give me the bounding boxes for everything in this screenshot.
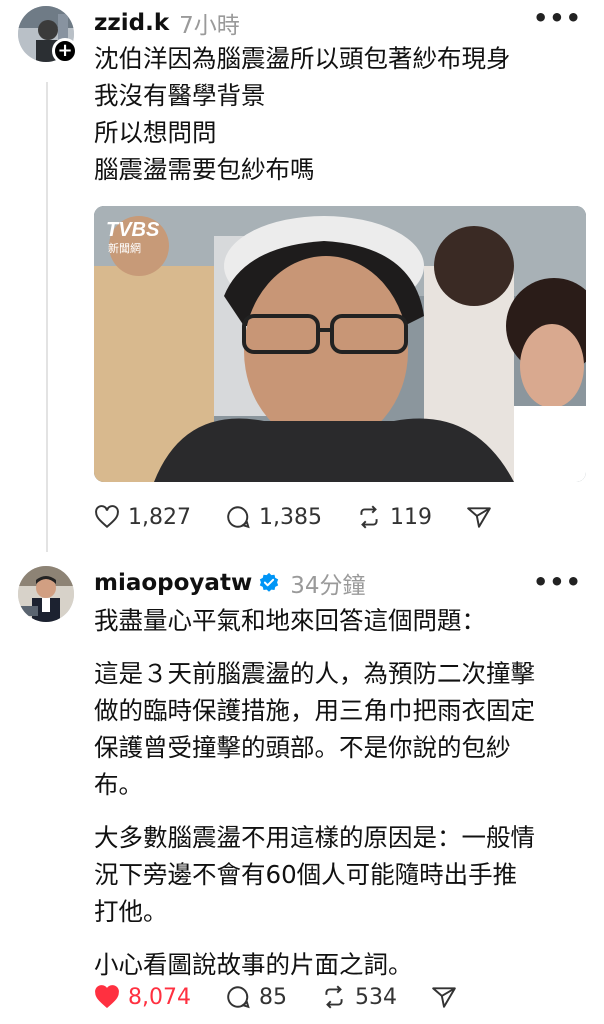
text-line: 我盡量心平氣和地來回答這個問題：: [94, 606, 486, 635]
follow-plus-icon[interactable]: +: [52, 38, 78, 64]
text-line: 況下旁邊不會有60個人可能隨時出手推: [94, 860, 518, 889]
heart-icon: [95, 505, 119, 529]
avatar-miaopoyatw[interactable]: [18, 566, 74, 622]
text-line: 腦震盪需要包紗布嗎: [94, 155, 315, 184]
more-icon[interactable]: •••: [533, 4, 582, 32]
text-line: 大多數腦震盪不用這樣的原因是：一般情: [94, 823, 535, 852]
repost-button[interactable]: 534: [321, 984, 397, 1010]
post-1-text: 沈伯洋因為腦震盪所以頭包著紗布現身 我沒有醫學背景 所以想問問 腦震盪需要包紗布…: [94, 40, 511, 188]
text-line: 打他。: [94, 897, 168, 926]
paragraph: 我盡量心平氣和地來回答這個問題：: [94, 602, 586, 639]
text-line: 小心看圖說故事的片面之詞。: [94, 950, 413, 979]
post-2-actions: 8,074 85 534: [94, 984, 499, 1010]
username[interactable]: miaopoyatw: [94, 570, 252, 596]
text-line: 我沒有醫學背景: [94, 81, 266, 110]
post-2-text: 我盡量心平氣和地來回答這個問題： 這是３天前腦震盪的人，為預防二次撞擊 做的臨時…: [94, 602, 586, 983]
repost-count: 534: [354, 984, 397, 1010]
paragraph: 小心看圖說故事的片面之詞。: [94, 946, 586, 983]
comment-button[interactable]: 85: [225, 984, 287, 1010]
text-line: 沈伯洋因為腦震盪所以頭包著紗布現身: [94, 44, 511, 73]
comment-icon: [227, 986, 250, 1009]
username[interactable]: zzid.k: [94, 10, 169, 36]
post-1: + zzid.k 7小時 ••• 沈伯洋因為腦震盪所以頭包著紗布現身 我沒有醫學…: [0, 0, 604, 552]
post-image[interactable]: TVBS 新聞網: [94, 206, 586, 482]
svg-text:新聞網: 新聞網: [108, 241, 141, 255]
post-1-header: zzid.k 7小時: [94, 6, 240, 40]
text-line: 做的臨時保護措施，用三角巾把雨衣固定: [94, 696, 535, 725]
share-icon: [432, 987, 456, 1008]
share-button[interactable]: [466, 504, 500, 530]
paragraph: 這是３天前腦震盪的人，為預防二次撞擊 做的臨時保護措施，用三角巾把雨衣固定 保護…: [94, 655, 586, 803]
like-button[interactable]: 1,827: [94, 504, 191, 530]
repost-button[interactable]: 119: [356, 504, 432, 530]
comment-count: 1,385: [258, 504, 322, 530]
text-line: 這是３天前腦震盪的人，為預防二次撞擊: [94, 659, 535, 688]
like-count: 1,827: [128, 504, 191, 530]
comment-count: 85: [258, 984, 287, 1010]
timestamp: 7小時: [179, 13, 240, 39]
share-button[interactable]: [431, 984, 465, 1010]
like-button[interactable]: 8,074: [94, 984, 191, 1010]
heart-icon: [95, 985, 119, 1009]
text-line: 所以想問問: [94, 118, 217, 147]
repost-icon: [325, 985, 343, 1009]
like-count: 8,074: [128, 984, 191, 1010]
repost-icon: [360, 505, 378, 529]
paragraph: 大多數腦震盪不用這樣的原因是：一般情 況下旁邊不會有60個人可能隨時出手推 打他…: [94, 819, 586, 930]
verified-badge-icon: [260, 572, 279, 592]
repost-count: 119: [389, 504, 432, 530]
text-line: 保護曾受撞擊的頭部。不是你說的包紗: [94, 733, 511, 762]
thread-line: [46, 82, 48, 552]
share-icon: [467, 507, 491, 528]
timestamp: 34分鐘: [290, 573, 366, 599]
text-line: 布。: [94, 770, 143, 799]
comment-icon: [227, 506, 250, 529]
comment-button[interactable]: 1,385: [225, 504, 322, 530]
post-1-actions: 1,827 1,385 119: [94, 504, 534, 530]
svg-text:TVBS: TVBS: [106, 219, 160, 241]
post-2-header: miaopoyatw 34分鐘: [94, 566, 365, 600]
post-2: miaopoyatw 34分鐘 ••• 我盡量心平氣和地來回答這個問題： 這是３…: [0, 550, 604, 1024]
more-icon[interactable]: •••: [533, 568, 582, 596]
